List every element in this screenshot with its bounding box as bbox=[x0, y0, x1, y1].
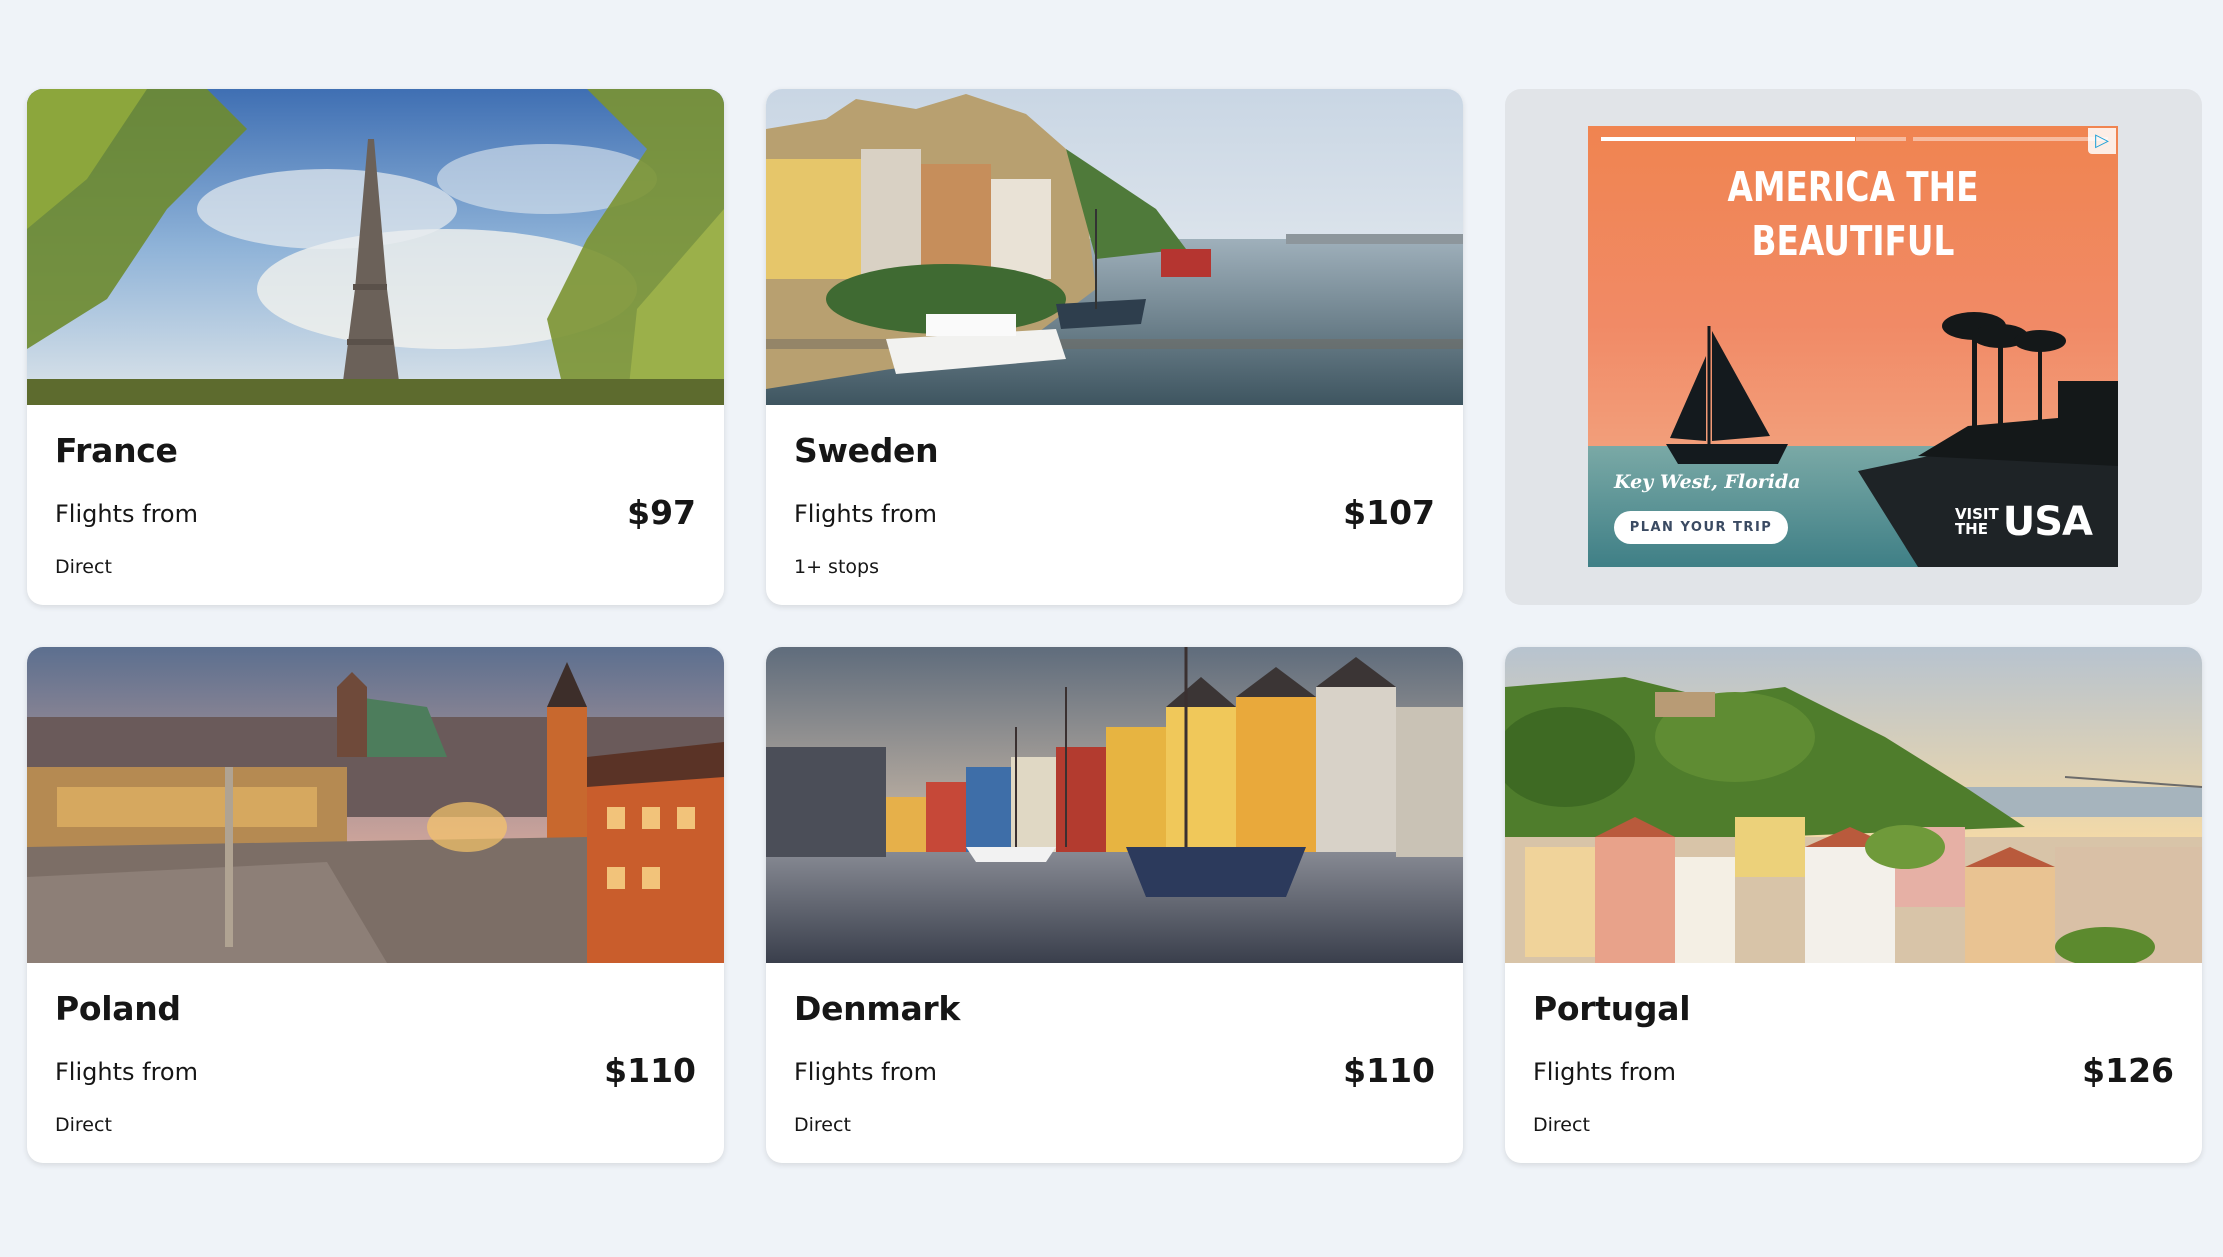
stops-label: Direct bbox=[55, 556, 112, 578]
destination-name: Sweden bbox=[794, 431, 939, 470]
destination-grid: France Flights from $97 Direct Sweden Fl… bbox=[27, 89, 2202, 1163]
poland-destination-image bbox=[27, 647, 724, 963]
advertisement-slot: ▷ AMERICA THE BEAUTIFUL Key West, Florid… bbox=[1505, 89, 2202, 605]
ad-progress-bar bbox=[1913, 137, 2108, 141]
flights-from-label: Flights from bbox=[55, 500, 198, 528]
ad-headline-line: BEAUTIFUL bbox=[1751, 217, 1955, 265]
stops-label: 1+ stops bbox=[794, 556, 879, 578]
adchoices-icon[interactable]: ▷ bbox=[2088, 128, 2116, 154]
stops-label: Direct bbox=[794, 1114, 851, 1136]
ad-progress-bar bbox=[1856, 137, 1906, 141]
destination-card-denmark[interactable]: Denmark Flights from $110 Direct bbox=[766, 647, 1463, 1163]
ad-headline: AMERICA THE BEAUTIFUL bbox=[1641, 160, 2065, 268]
flights-from-label: Flights from bbox=[794, 500, 937, 528]
destination-price: $110 bbox=[604, 1051, 696, 1090]
plan-your-trip-button[interactable]: PLAN YOUR TRIP bbox=[1614, 511, 1788, 544]
destination-name: Poland bbox=[55, 989, 181, 1028]
logo-text: USA bbox=[2002, 499, 2093, 545]
visit-the-usa-logo: VISIT THE USA bbox=[1954, 499, 2093, 545]
ad-progress-bar bbox=[1601, 137, 1855, 141]
flights-from-label: Flights from bbox=[1533, 1058, 1676, 1086]
destination-price: $107 bbox=[1343, 493, 1435, 532]
destination-name: France bbox=[55, 431, 178, 470]
stops-label: Direct bbox=[1533, 1114, 1590, 1136]
denmark-destination-image bbox=[766, 647, 1463, 963]
visit-usa-ad[interactable]: ▷ AMERICA THE BEAUTIFUL Key West, Florid… bbox=[1588, 126, 2118, 567]
destination-card-sweden[interactable]: Sweden Flights from $107 1+ stops bbox=[766, 89, 1463, 605]
destination-card-france[interactable]: France Flights from $97 Direct bbox=[27, 89, 724, 605]
ad-headline-line: AMERICA THE bbox=[1727, 163, 1979, 211]
destination-name: Denmark bbox=[794, 989, 961, 1028]
destination-price: $97 bbox=[627, 493, 696, 532]
destination-price: $110 bbox=[1343, 1051, 1435, 1090]
portugal-destination-image bbox=[1505, 647, 2202, 963]
destination-name: Portugal bbox=[1533, 989, 1691, 1028]
stops-label: Direct bbox=[55, 1114, 112, 1136]
destination-price: $126 bbox=[2082, 1051, 2174, 1090]
flights-from-label: Flights from bbox=[794, 1058, 937, 1086]
sweden-destination-image bbox=[766, 89, 1463, 405]
flights-from-label: Flights from bbox=[55, 1058, 198, 1086]
destination-card-poland[interactable]: Poland Flights from $110 Direct bbox=[27, 647, 724, 1163]
destination-card-portugal[interactable]: Portugal Flights from $126 Direct bbox=[1505, 647, 2202, 1163]
france-destination-image bbox=[27, 89, 724, 405]
ad-location-caption: Key West, Florida bbox=[1614, 471, 1801, 493]
logo-text: THE bbox=[1954, 520, 1988, 538]
